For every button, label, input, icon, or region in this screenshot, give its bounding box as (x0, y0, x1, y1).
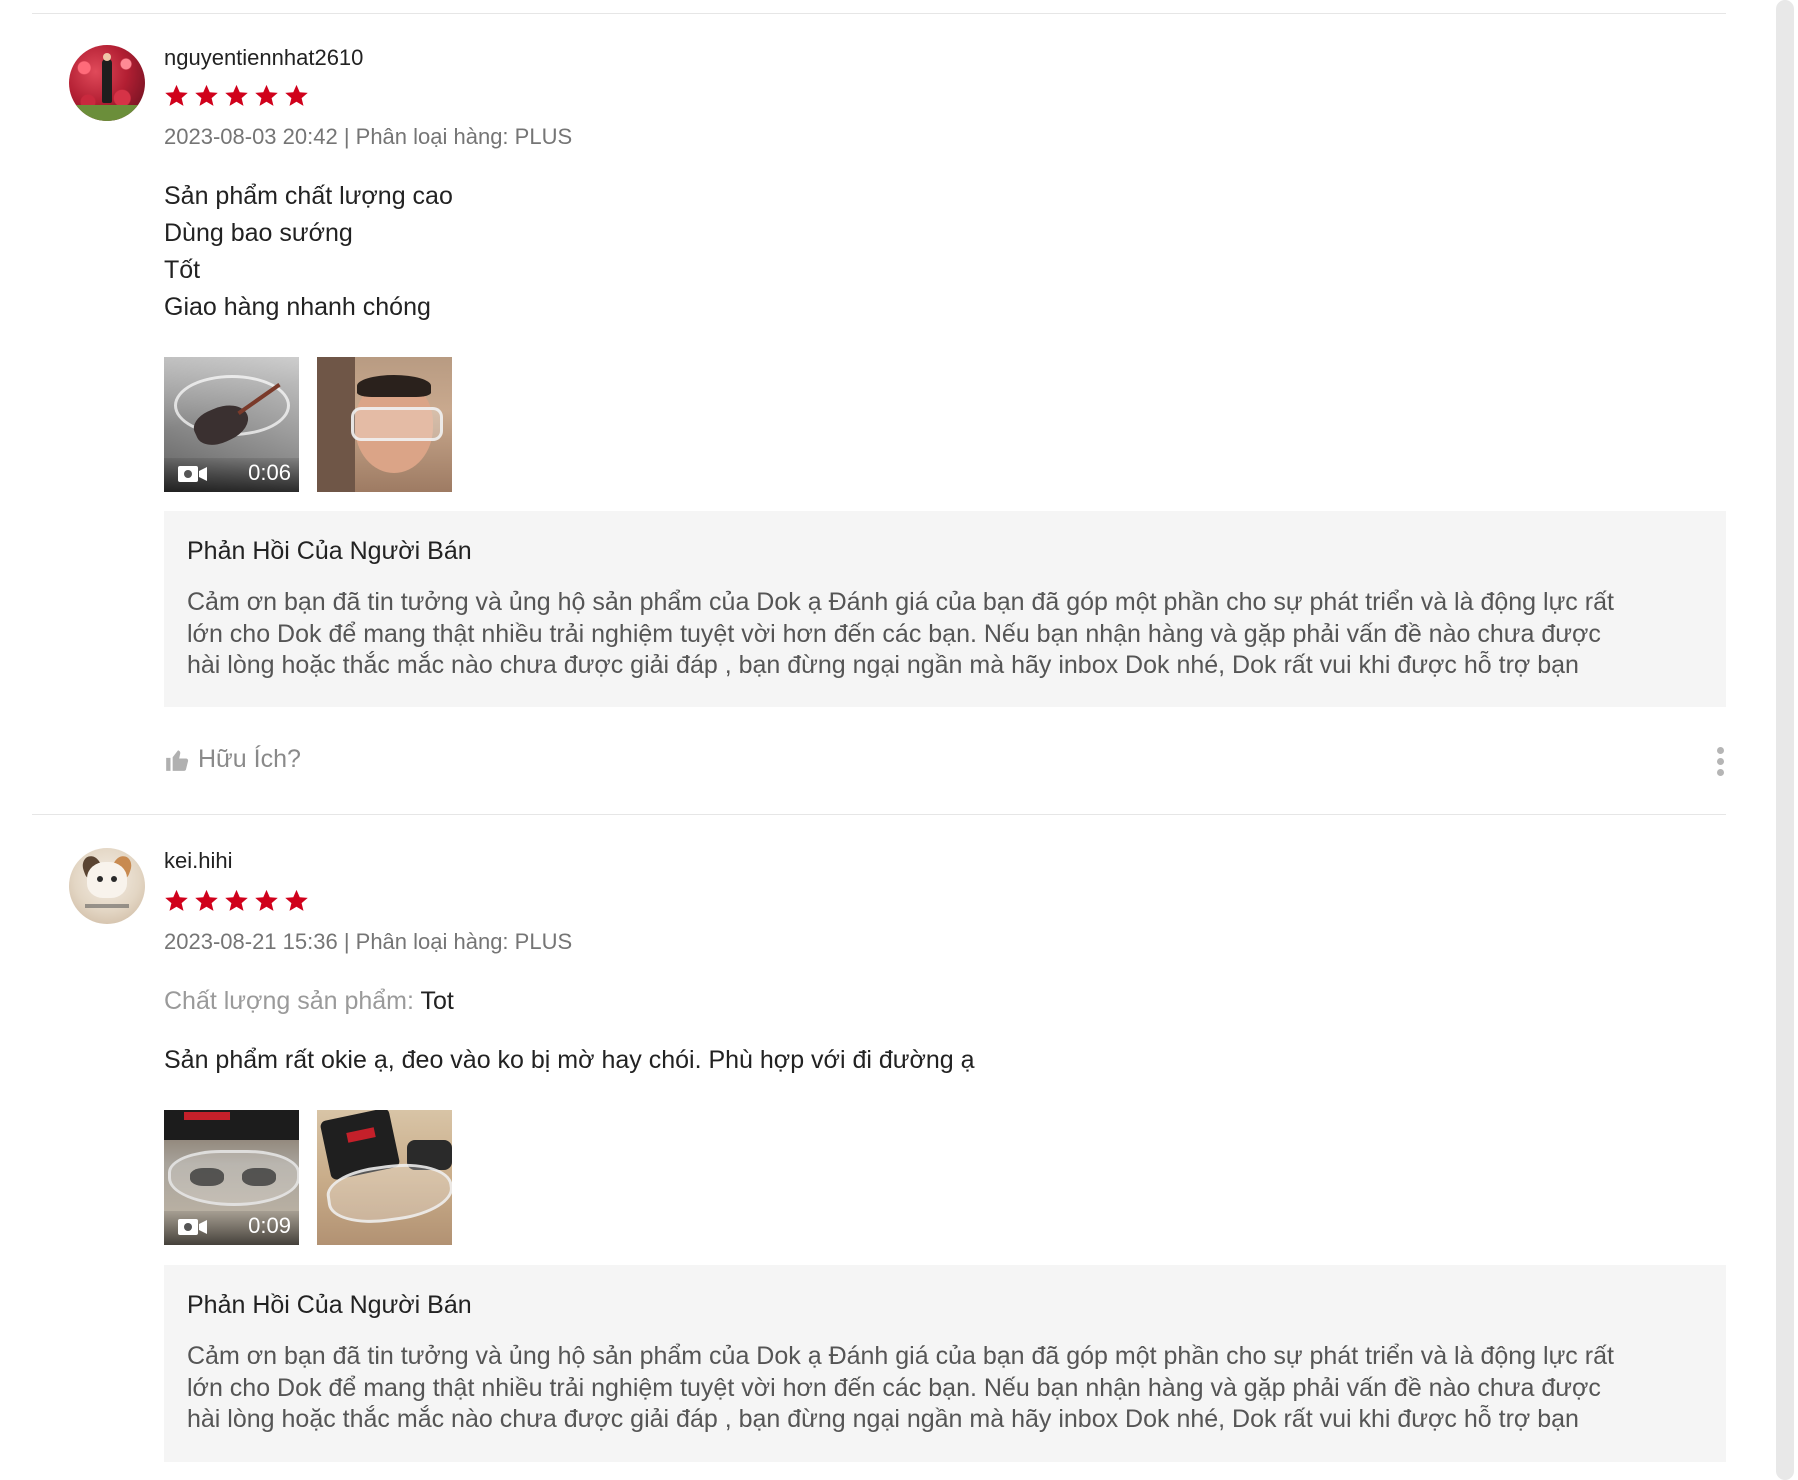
star-icon (194, 888, 219, 913)
review-divider (32, 814, 1726, 815)
star-icon (254, 888, 279, 913)
quality-value: Tot (420, 987, 454, 1015)
star-icon (284, 83, 309, 108)
rating-stars (164, 83, 309, 109)
seller-reply: Phản Hồi Của Người Bán Cảm ơn bạn đã tin… (164, 511, 1726, 707)
review-video-thumbnail[interactable]: 0:09 (164, 1110, 299, 1245)
video-camera-icon (178, 465, 208, 483)
quality-label: Chất lượng sản phẩm: (164, 987, 414, 1015)
review-text-line: Dùng bao sướng (164, 219, 353, 247)
thumbs-up-icon (164, 747, 190, 773)
seller-reply-line: lớn cho Dok để mang thật nhiều trải nghi… (187, 1373, 1601, 1402)
seller-reply-text: Cảm ơn bạn đã tin tưởng và ủng hộ sản ph… (187, 587, 1717, 682)
review-text: Sản phẩm chất lượng cao Dùng bao sướng T… (164, 178, 453, 326)
seller-reply-text: Cảm ơn bạn đã tin tưởng và ủng hộ sản ph… (187, 1341, 1717, 1436)
video-duration: 0:09 (248, 1213, 291, 1238)
review-text-line: Sản phẩm chất lượng cao (164, 182, 453, 210)
seller-reply-title: Phản Hồi Của Người Bán (187, 537, 472, 565)
helpful-button[interactable]: Hữu Ích? (164, 745, 301, 774)
review-video-thumbnail[interactable]: 0:06 (164, 357, 299, 492)
seller-reply-line: Cảm ơn bạn đã tin tưởng và ủng hộ sản ph… (187, 588, 1614, 616)
video-camera-icon (178, 1218, 208, 1236)
review-text-line: Giao hàng nhanh chóng (164, 293, 431, 321)
seller-reply-line: hài lòng hoặc thắc mắc nào chưa được giả… (187, 651, 1579, 679)
seller-reply-line: lớn cho Dok để mang thật nhiều trải nghi… (187, 619, 1601, 648)
username[interactable]: nguyentiennhat2610 (164, 45, 363, 71)
product-quality: Chất lượng sản phẩm: Tot (164, 987, 454, 1016)
star-icon (164, 83, 189, 108)
review-meta: 2023-08-21 15:36 | Phân loại hàng: PLUS (164, 929, 573, 954)
video-duration: 0:06 (248, 460, 291, 485)
review-image-thumbnail[interactable] (317, 1110, 452, 1245)
seller-reply-line: hài lòng hoặc thắc mắc nào chưa được giả… (187, 1405, 1579, 1433)
star-icon (224, 83, 249, 108)
review-image-thumbnail[interactable] (317, 357, 452, 492)
review-text-line: Sản phẩm rất okie ạ, đeo vào ko bị mờ ha… (164, 1046, 975, 1074)
reviews-page: nguyentiennhat2610 2023-08-03 20:42 | Ph… (0, 0, 1798, 1480)
helpful-label: Hữu Ích? (198, 745, 301, 773)
star-icon (254, 83, 279, 108)
review-text-line: Tốt (164, 256, 201, 284)
review-text: Sản phẩm rất okie ạ, đeo vào ko bị mờ ha… (164, 1042, 975, 1079)
star-icon (194, 83, 219, 108)
top-divider (32, 13, 1726, 14)
rating-stars (164, 888, 309, 914)
avatar[interactable] (69, 45, 145, 121)
avatar[interactable] (69, 848, 145, 924)
star-icon (224, 888, 249, 913)
seller-reply-title: Phản Hồi Của Người Bán (187, 1291, 472, 1319)
scrollbar-thumb[interactable] (1776, 0, 1794, 1480)
more-options-icon[interactable] (1714, 745, 1726, 779)
review-meta: 2023-08-03 20:42 | Phân loại hàng: PLUS (164, 124, 573, 149)
username[interactable]: kei.hihi (164, 848, 232, 874)
seller-reply: Phản Hồi Của Người Bán Cảm ơn bạn đã tin… (164, 1265, 1726, 1462)
star-icon (284, 888, 309, 913)
star-icon (164, 888, 189, 913)
seller-reply-line: Cảm ơn bạn đã tin tưởng và ủng hộ sản ph… (187, 1342, 1614, 1370)
